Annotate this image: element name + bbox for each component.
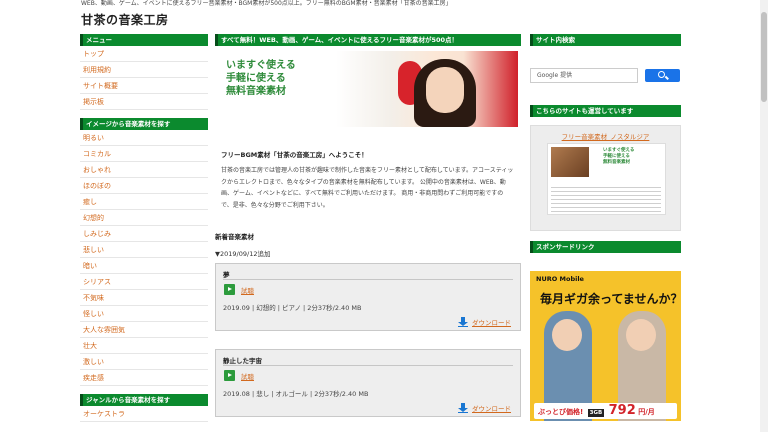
face-shape <box>426 67 464 113</box>
track-card: 夢 試聴 2019.09 | 幻想的 | ピアノ | 2分37秒/2.40 MB… <box>215 263 521 331</box>
sidebar-item[interactable]: おしゃれ <box>80 162 208 178</box>
sister-site-box: フリー音楽素材_ノスタルジア いますぐ使える 手軽に使える 無料音楽素材 <box>530 125 681 231</box>
sister-site-thumbnail[interactable]: いますぐ使える 手軽に使える 無料音楽素材 <box>547 143 666 215</box>
preview-link[interactable]: 試聴 <box>241 285 254 295</box>
search-input[interactable]: Google 提供 <box>530 68 638 83</box>
sidebar-item[interactable]: 掲示板 <box>80 94 208 110</box>
preview-link[interactable]: 試聴 <box>241 371 254 381</box>
new-tracks-heading: 新着音楽素材 <box>215 233 254 241</box>
play-icon[interactable] <box>224 370 235 381</box>
track-title: 夢 <box>223 271 230 279</box>
track-meta: 2019.08 | 悲し | オルゴール | 2分37秒/2.40 MB <box>223 390 369 398</box>
sidebar-item[interactable]: サイト概要 <box>80 78 208 94</box>
ad-brand: NURO Mobile <box>536 275 584 283</box>
ad-face <box>626 319 656 351</box>
sidebar-item[interactable]: 利用規約 <box>80 62 208 78</box>
image-category-heading: イメージから音楽素材を探す <box>80 118 208 130</box>
download-label: ダウンロード <box>472 319 511 327</box>
sidebar-item[interactable]: 悲しい <box>80 242 208 258</box>
genre-category-list: オーケストラ <box>80 406 208 422</box>
sister-site-heading: こちらのサイトも運営しています <box>530 105 681 117</box>
scrollbar-thumb[interactable] <box>761 12 767 102</box>
scrollbar[interactable] <box>760 0 768 432</box>
intro-text: 甘茶の音楽工房では管理人の甘茶が趣味で制作した音楽をフリー素材として配布していま… <box>221 167 514 209</box>
sidebar-item[interactable]: 激しい <box>80 354 208 370</box>
sidebar-item[interactable]: オーケストラ <box>80 406 208 422</box>
sidebar-item[interactable]: 明るい <box>80 130 208 146</box>
play-icon[interactable] <box>224 284 235 295</box>
menu-list: トップ 利用規約 サイト概要 掲示板 <box>80 46 208 110</box>
site-search: Google 提供 <box>530 68 681 83</box>
sidebar-item[interactable]: 怪しい <box>80 306 208 322</box>
sidebar-item[interactable]: ほのぼの <box>80 178 208 194</box>
sidebar-item[interactable]: 癒し <box>80 194 208 210</box>
sidebar-item[interactable]: 壮大 <box>80 338 208 354</box>
sidebar-item[interactable]: トップ <box>80 46 208 62</box>
sidebar-item[interactable]: 幻想的 <box>80 210 208 226</box>
track-card: 静止した宇宙 試聴 2019.08 | 悲し | オルゴール | 2分37秒/2… <box>215 349 521 417</box>
sidebar-item[interactable]: 疾走感 <box>80 370 208 386</box>
banner-photo <box>336 51 518 127</box>
thumb-slogan: いますぐ使える 手軽に使える 無料音楽素材 <box>603 148 635 165</box>
main-content: すべて無料！WEB、動画、ゲーム、イベントに使えるフリー音楽素材が500点！ い… <box>215 34 521 417</box>
ad-face <box>552 319 582 351</box>
right-sidebar: サイト内検索 Google 提供 こちらのサイトも運営しています フリー音楽素材… <box>530 34 681 421</box>
welcome-heading: フリーBGM素材「甘茶の音楽工房」へようこそ！ <box>221 151 368 159</box>
ad-price: ぶっとび価格! 3GB 792 円/月 <box>534 403 677 419</box>
banner-heading: すべて無料！WEB、動画、ゲーム、イベントに使えるフリー音楽素材が500点！ <box>215 34 521 46</box>
sister-site-link[interactable]: フリー音楽素材_ノスタルジア <box>531 131 680 141</box>
image-category-list: 明るい コミカル おしゃれ ほのぼの 癒し 幻想的 しみじみ 悲しい 暗い シリアス 不気味 怪しい大… <box>80 130 208 386</box>
download-link[interactable]: ダウンロード <box>458 403 511 413</box>
download-icon <box>458 403 468 413</box>
sidebar-item[interactable]: シリアス <box>80 274 208 290</box>
left-sidebar: メニュー トップ 利用規約 サイト概要 掲示板 イメージから音楽素材を探す 明るい コミ… <box>80 34 208 422</box>
ad-banner[interactable]: NURO Mobile 毎月ギガ余ってませんか？ ぶっとび価格! 3GB 792… <box>530 271 681 421</box>
search-heading: サイト内検索 <box>530 34 681 46</box>
added-date: ▼2019/09/12追加 <box>215 250 271 258</box>
hero-banner: いますぐ使える 手軽に使える 無料音楽素材 <box>219 51 518 127</box>
download-icon <box>458 317 468 327</box>
sidebar-item[interactable]: コミカル <box>80 146 208 162</box>
download-label: ダウンロード <box>472 405 511 413</box>
divider <box>223 279 513 280</box>
site-title[interactable]: 甘茶の音楽工房 <box>81 11 169 28</box>
download-link[interactable]: ダウンロード <box>458 317 511 327</box>
sidebar-item[interactable]: 大人な雰囲気 <box>80 322 208 338</box>
sidebar-item[interactable]: 不気味 <box>80 290 208 306</box>
sponsor-heading: スポンサードリンク <box>530 241 681 253</box>
banner-slogan: いますぐ使える 手軽に使える 無料音楽素材 <box>226 60 296 97</box>
search-button[interactable] <box>645 69 680 82</box>
divider <box>223 365 513 366</box>
menu-heading: メニュー <box>80 34 208 46</box>
guitar-image <box>551 147 589 177</box>
track-meta: 2019.09 | 幻想的 | ピアノ | 2分37秒/2.40 MB <box>223 304 362 312</box>
ad-copy: 毎月ギガ余ってませんか？ <box>540 292 681 306</box>
track-title: 静止した宇宙 <box>223 357 262 365</box>
genre-category-heading: ジャンルから音楽素材を探す <box>80 394 208 406</box>
sidebar-item[interactable]: しみじみ <box>80 226 208 242</box>
sidebar-item[interactable]: 暗い <box>80 258 208 274</box>
thumb-text-lines <box>551 184 661 212</box>
site-tagline: WEB、動画、ゲーム、イベントに使えるフリー音楽素材・BGM素材が500点以上。… <box>81 0 452 7</box>
